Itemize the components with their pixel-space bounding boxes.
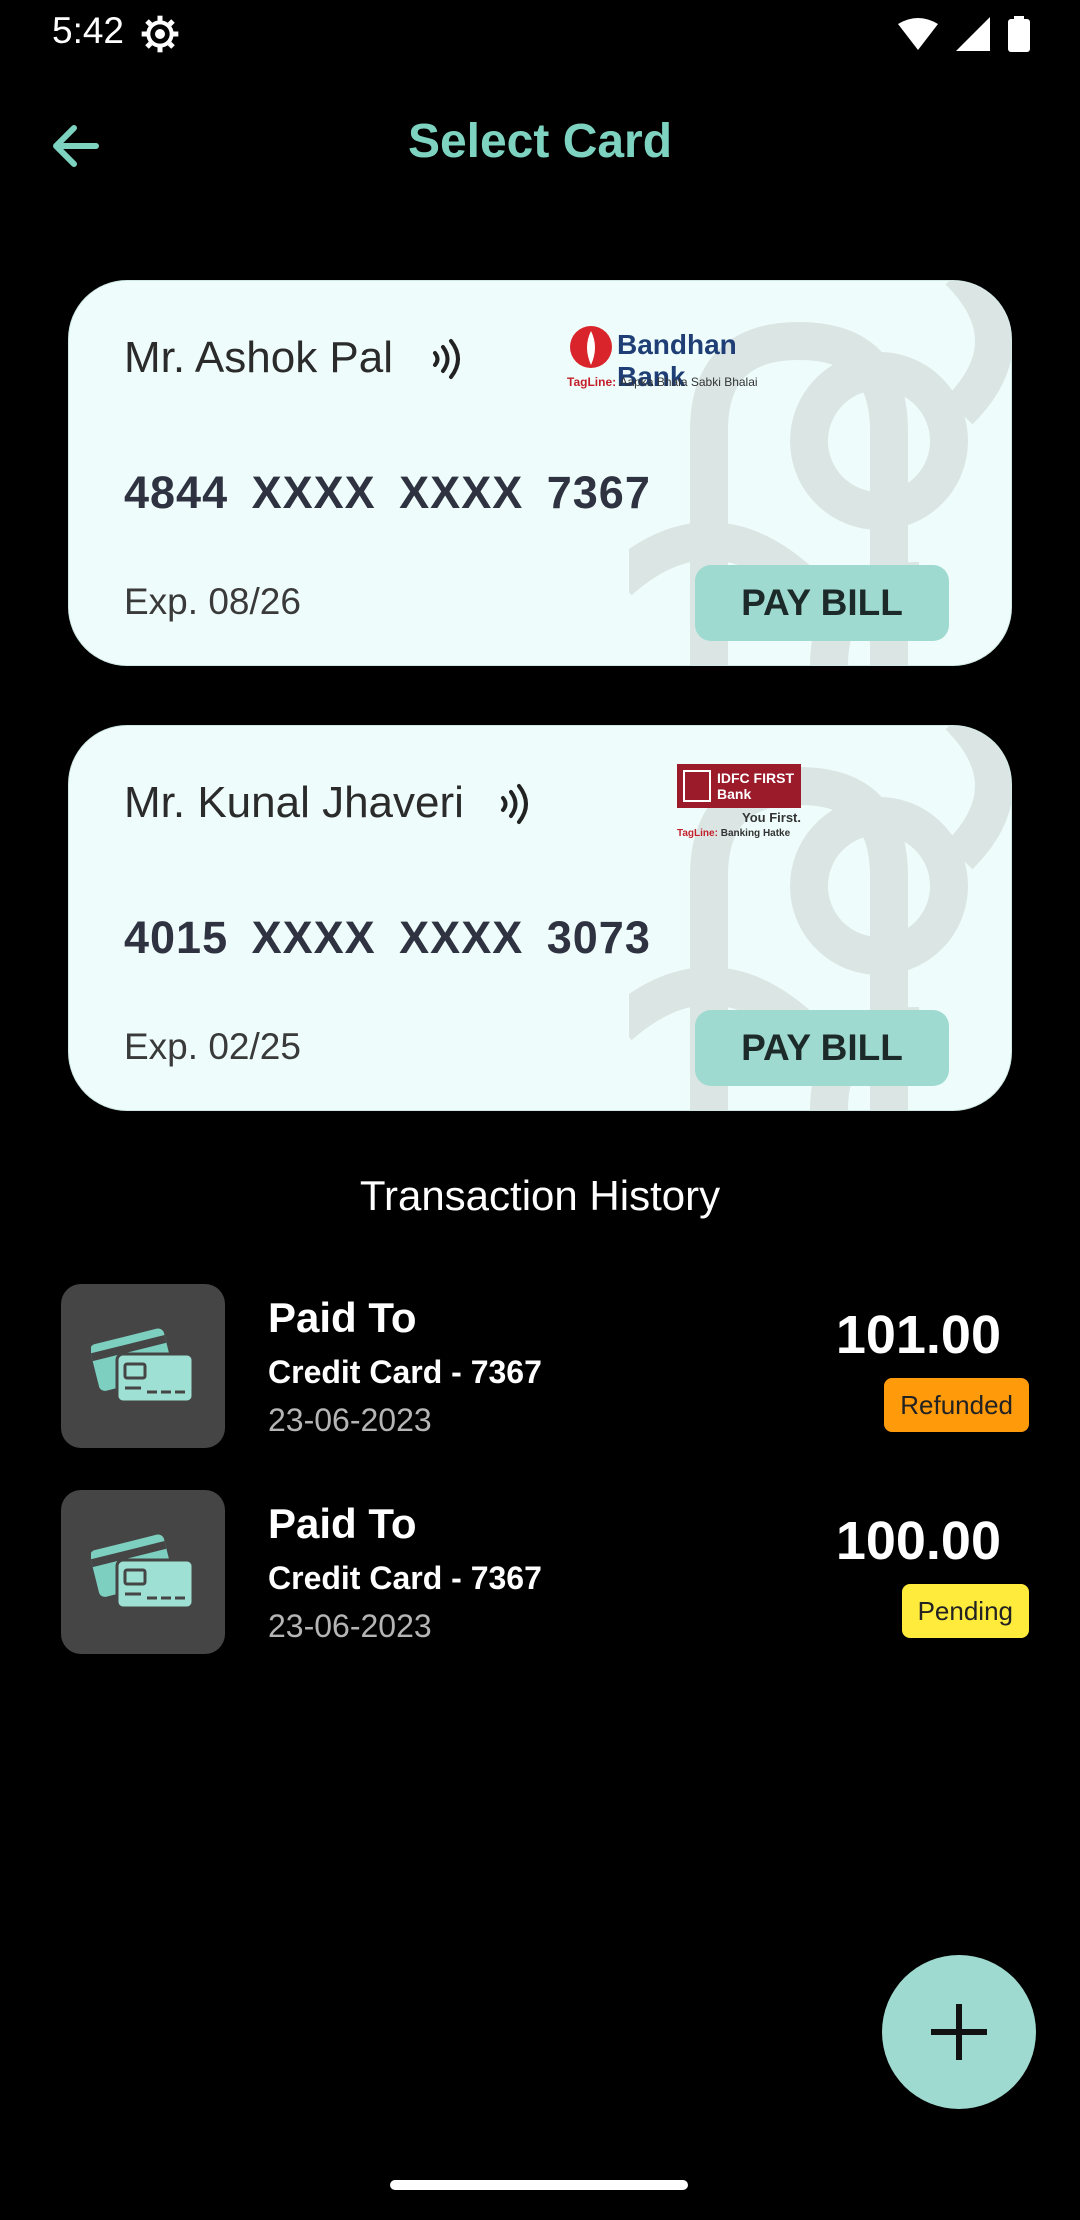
- card-number: 4844 XXXX XXXX 7367: [124, 467, 651, 518]
- transaction-title: Paid To: [268, 1500, 417, 1547]
- status-icons: [898, 14, 1030, 54]
- status-time: 5:42: [52, 10, 125, 51]
- home-indicator[interactable]: [390, 2180, 688, 2190]
- transaction-item[interactable]: Paid To Credit Card - 7367 23-06-2023 10…: [61, 1284, 1029, 1448]
- transaction-item[interactable]: Paid To Credit Card - 7367 23-06-2023 10…: [61, 1490, 1029, 1654]
- transaction-subtitle: Credit Card - 7367: [268, 1354, 542, 1390]
- status-bar: 5:42: [0, 0, 1080, 66]
- bank-tagline: TagLine: Aapka Bhala Sabki Bhalai: [567, 375, 758, 389]
- plus-icon: [931, 2004, 987, 2060]
- page-title: Select Card: [407, 115, 673, 168]
- settings-gear-icon: [141, 15, 179, 53]
- contactless-icon: [433, 339, 460, 379]
- pay-bill-button[interactable]: PAY BILL: [695, 1010, 949, 1086]
- card-holder-name: Mr. Kunal Jhaveri: [124, 778, 464, 827]
- card-expiry: Exp. 08/26: [124, 581, 301, 622]
- status-badge: Refunded: [884, 1378, 1029, 1432]
- cellular-signal-icon: [956, 17, 990, 51]
- idfc-emblem-icon: [683, 770, 711, 802]
- transaction-thumbnail: [61, 1284, 225, 1448]
- app-bar: Select Card: [0, 100, 1080, 190]
- idfc-first-bank-logo: IDFC FIRST Bank You First. TagLine: Bank…: [677, 764, 817, 864]
- transaction-history-title: Transaction History: [359, 1172, 721, 1219]
- transaction-date: 23-06-2023: [268, 1608, 432, 1644]
- bank-tagline: TagLine: Banking Hatke: [677, 828, 791, 839]
- credit-card[interactable]: Mr. Ashok Pal Bandhan Bank TagLine: Aapk…: [69, 281, 1011, 665]
- wifi-icon: [898, 18, 938, 50]
- status-badge: Pending: [901, 1584, 1029, 1638]
- transaction-amount: 101.00: [835, 1305, 1001, 1365]
- transaction-title: Paid To: [268, 1294, 417, 1341]
- battery-icon: [1008, 16, 1030, 52]
- pay-bill-button[interactable]: PAY BILL: [695, 565, 949, 641]
- transaction-amount: 100.00: [835, 1511, 1001, 1571]
- contactless-icon: [501, 784, 528, 824]
- transaction-date: 23-06-2023: [268, 1402, 432, 1438]
- bandhan-bank-logo: Bandhan Bank TagLine: Aapka Bhala Sabki …: [567, 323, 797, 393]
- bank-slogan: You First.: [742, 810, 801, 825]
- credit-card[interactable]: Mr. Kunal Jhaveri IDFC FIRST Bank You Fi…: [69, 726, 1011, 1110]
- card-number: 4015 XXXX XXXX 3073: [124, 912, 651, 963]
- card-holder-name: Mr. Ashok Pal: [124, 333, 394, 382]
- transaction-thumbnail: [61, 1490, 225, 1654]
- add-card-button[interactable]: [882, 1955, 1036, 2109]
- transaction-subtitle: Credit Card - 7367: [268, 1560, 542, 1596]
- card-expiry: Exp. 02/25: [124, 1026, 301, 1067]
- credit-cards-icon: [91, 1534, 195, 1610]
- credit-cards-icon: [91, 1328, 195, 1404]
